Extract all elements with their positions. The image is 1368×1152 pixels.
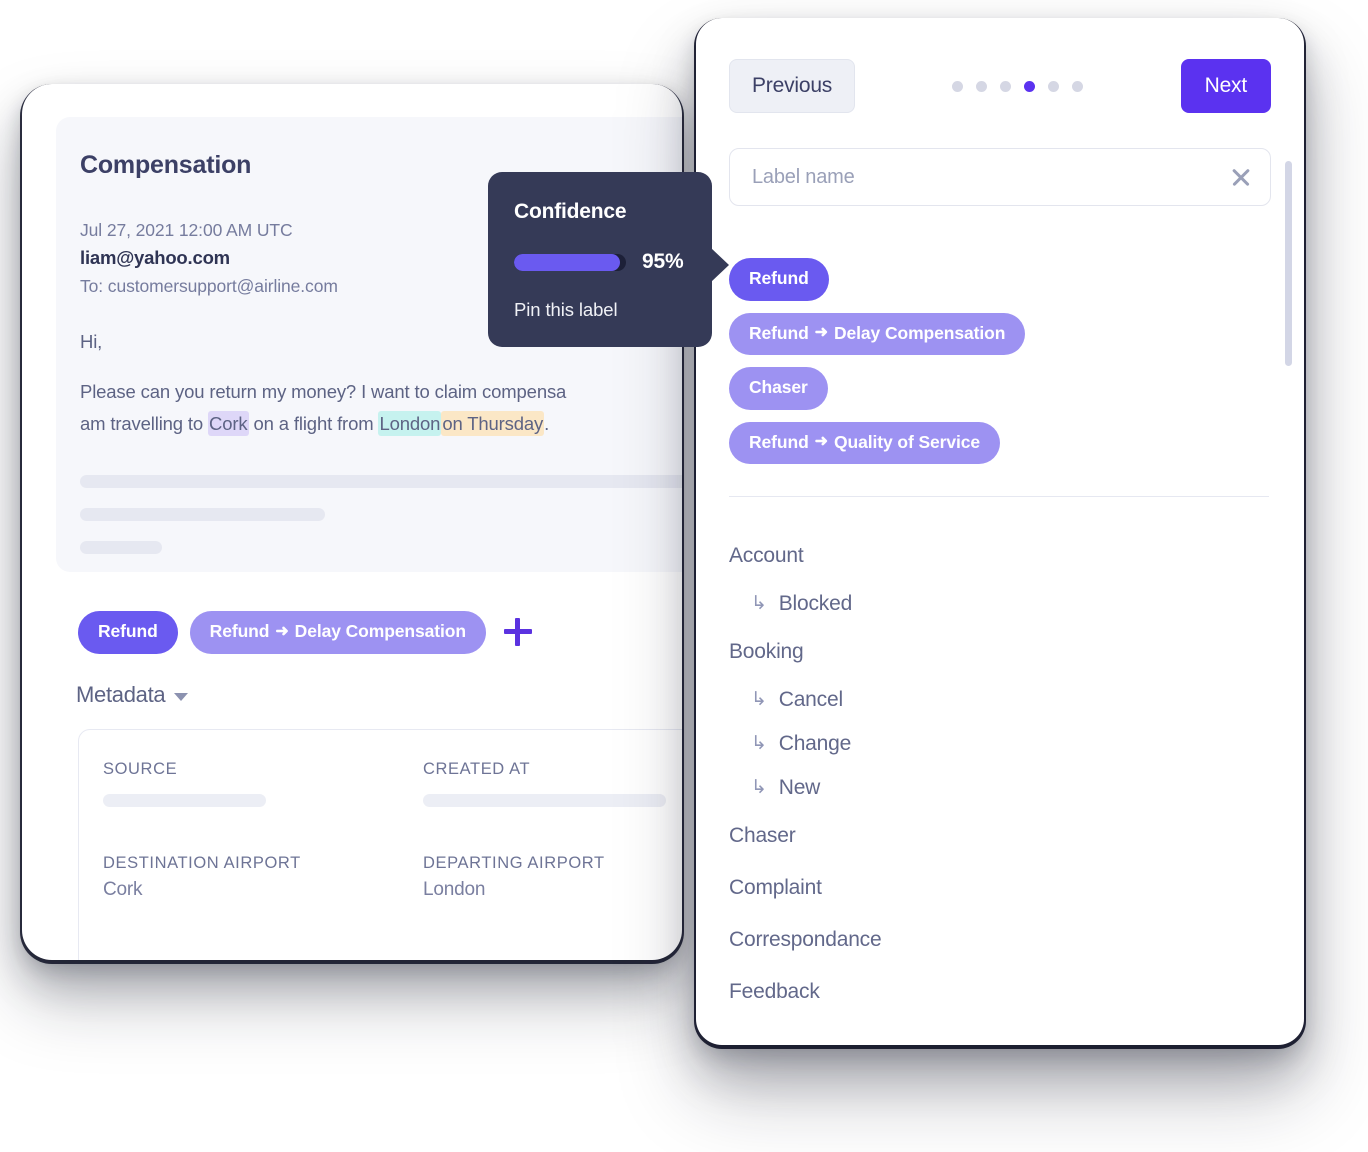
pill-label: Chaser [749,377,808,397]
confidence-progress-fill [514,253,621,271]
confidence-meter: 95% [514,250,712,274]
label-tree-item-label: Cancel [778,688,843,711]
pill-label: Refund [749,431,809,452]
metadata-value-skeleton [103,794,266,807]
pager-dot-2[interactable] [976,80,988,92]
divider [729,496,1269,497]
label-tree-group[interactable]: Chaser [729,810,1271,862]
arrow-turn-down-right-icon: ↳ [751,776,767,798]
email-body-line-1: Please can you return my money? I want t… [80,376,682,408]
panel-scrollbar[interactable] [1285,161,1292,366]
metadata-toggle-label: Metadata [76,682,166,707]
body-skeleton-line [80,541,162,555]
pager-dot-5[interactable] [1048,80,1060,92]
chevron-down-icon [174,693,189,701]
label-tree-group[interactable]: Booking [729,626,1271,678]
metadata-spacer [103,807,423,854]
confidence-tooltip: Confidence 95% Pin this label [488,172,729,347]
metadata-field: DEPARTING AIRPORT London [423,854,682,901]
label-tree-item-label: Change [778,732,852,755]
label-name-input[interactable] [752,165,1230,189]
suggested-label-pill[interactable]: Refund ➜ Quality of Service [729,421,1001,464]
suggested-label-pill[interactable]: Refund [729,258,829,301]
email-body-text: am travelling to [80,412,209,434]
suggested-label-pill[interactable]: Chaser [729,367,828,410]
suggested-label-pill[interactable]: Refund ➜ Delay Compensation [729,312,1026,355]
pill-label: Refund [749,322,809,343]
metadata-key: DESTINATION AIRPORT [103,854,301,872]
pager-controls: Previous Next [729,58,1271,114]
applied-label-pill[interactable]: Refund ➜ Delay Compensation [189,611,486,654]
email-body-text: Please can you return my money? I want t… [80,380,567,402]
label-tree-group[interactable]: Feedback [729,966,1271,1018]
metadata-key: DEPARTING AIRPORT [423,854,605,872]
confidence-progress-track [514,253,626,271]
metadata-key: CREATED AT [423,760,531,778]
label-picker-panel: Previous Next Refund Refund ➜ Delay Compens… [696,18,1304,1045]
label-tree-item[interactable]: ↳ Cancel [729,678,1271,722]
metadata-field: DESTINATION AIRPORT Cork [103,854,423,901]
label-tree: Account ↳ Blocked Booking ↳ Cancel ↳ Change ↳ New… [729,530,1271,1018]
email-body-text: on a flight from [248,412,379,434]
confidence-title: Confidence [514,200,627,223]
next-button[interactable]: Next [1180,59,1271,113]
label-tree-group[interactable]: Complaint [729,862,1271,914]
add-label-button[interactable] [503,618,532,647]
label-tree-item[interactable]: ↳ New [729,766,1271,810]
pager-dots [952,80,1084,92]
close-icon[interactable] [1230,166,1252,188]
metadata-spacer [423,807,682,854]
app-stage: Compensation Jul 27, 2021 12:00 AM UTC l… [0,0,1368,1152]
arrow-turn-down-right-icon: ↳ [751,688,767,710]
pill-label: Refund [749,268,809,288]
body-skeleton-line [80,508,325,522]
entity-date-highlight: on Thursday [441,410,545,436]
metadata-key: SOURCE [103,760,178,778]
metadata-value: Cork [103,879,143,900]
label-tree-item-label: Blocked [778,592,853,615]
label-search-field[interactable] [729,148,1271,206]
pager-dot-3[interactable] [1000,80,1012,92]
label-tree-group[interactable]: Account [729,530,1271,582]
applied-label-pill[interactable]: Refund [78,611,178,654]
email-body-line-2: am travelling to Cork on a flight from L… [80,408,682,440]
applied-labels-row: Refund Refund ➜ Delay Compensation [78,611,532,654]
arrow-right-icon: ➜ [814,433,828,451]
previous-button[interactable]: Previous [729,59,856,113]
metadata-toggle[interactable]: Metadata [76,682,189,708]
email-body-text: . [544,412,550,434]
label-tree-group[interactable]: Correspondance [729,914,1271,966]
pager-dot-6[interactable] [1072,80,1084,92]
pill-label: Refund [98,621,158,641]
metadata-card: SOURCE CREATED AT DESTINATION AIRPORT Co… [78,729,682,960]
body-skeleton-line [80,475,682,489]
label-tree-item[interactable]: ↳ Blocked [729,582,1271,626]
label-tree-item[interactable]: ↳ Change [729,722,1271,766]
pill-sublabel: Delay Compensation [833,322,1006,343]
pill-sublabel: Quality of Service [833,431,981,452]
label-tree-item-label: New [778,776,821,799]
email-body: Hi, Please can you return my money? I wa… [80,326,682,555]
entity-origin-highlight: London [378,410,442,436]
suggested-labels-list: Refund Refund ➜ Delay Compensation Chaser Ref… [729,258,1271,464]
metadata-field: CREATED AT [423,760,682,807]
pin-label-button[interactable]: Pin this label [514,299,712,321]
metadata-grid: SOURCE CREATED AT DESTINATION AIRPORT Co… [103,760,682,901]
pill-label: Refund [209,621,270,641]
metadata-field: SOURCE [103,760,423,807]
arrow-right-icon: ➜ [275,622,289,640]
arrow-turn-down-right-icon: ↳ [751,592,767,614]
confidence-percent: 95% [642,250,684,273]
metadata-value-skeleton [423,794,666,807]
pager-dot-1[interactable] [952,80,964,92]
entity-destination-highlight: Cork [208,410,249,436]
pager-dot-4[interactable] [1024,80,1036,92]
metadata-value: London [423,879,486,900]
pill-sublabel: Delay Compensation [294,621,466,641]
arrow-turn-down-right-icon: ↳ [751,732,767,754]
arrow-right-icon: ➜ [814,324,828,342]
